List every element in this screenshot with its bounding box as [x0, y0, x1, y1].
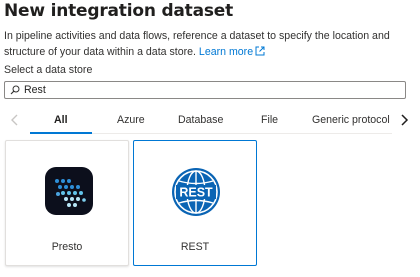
data-store-card-presto[interactable]: Presto	[5, 140, 129, 266]
tab-generic-protocol[interactable]: Generic protocol	[312, 114, 390, 126]
active-tab-indicator	[30, 132, 92, 134]
data-store-card-rest[interactable]: REST REST	[133, 140, 257, 266]
search-box	[4, 81, 406, 99]
category-tabs: All Azure Database File Generic protocol	[0, 108, 420, 134]
tab-all[interactable]: All	[54, 114, 68, 126]
card-label-rest: REST	[180, 241, 210, 253]
external-link-icon	[255, 46, 265, 56]
presto-dots-graphic	[55, 179, 86, 207]
presto-logo-icon	[45, 167, 93, 215]
learn-more-link[interactable]: Learn more	[199, 46, 265, 58]
chevron-left-icon[interactable]	[10, 114, 20, 126]
chevron-right-icon[interactable]	[399, 114, 409, 126]
rest-globe-icon: REST	[172, 168, 220, 216]
tab-azure[interactable]: Azure	[117, 114, 145, 126]
rest-logo-text: REST	[179, 186, 213, 200]
select-data-store-label: Select a data store	[4, 64, 93, 76]
card-label-presto: Presto	[51, 241, 83, 253]
dialog-title: New integration dataset	[4, 1, 234, 21]
tab-label: Database	[178, 114, 224, 126]
tab-database[interactable]: Database	[178, 114, 223, 126]
tab-label: File	[261, 114, 279, 126]
learn-more-label: Learn more	[198, 46, 254, 58]
search-input[interactable]	[24, 83, 394, 97]
dialog-description: In pipeline activities and data flows, r…	[4, 28, 418, 60]
tab-file[interactable]: File	[261, 114, 278, 126]
tab-label: Generic protocol	[312, 114, 390, 126]
tab-label: Azure	[117, 114, 145, 126]
description-text: In pipeline activities and data flows, r…	[4, 30, 390, 58]
search-icon	[10, 85, 20, 95]
tab-label: All	[54, 114, 68, 126]
